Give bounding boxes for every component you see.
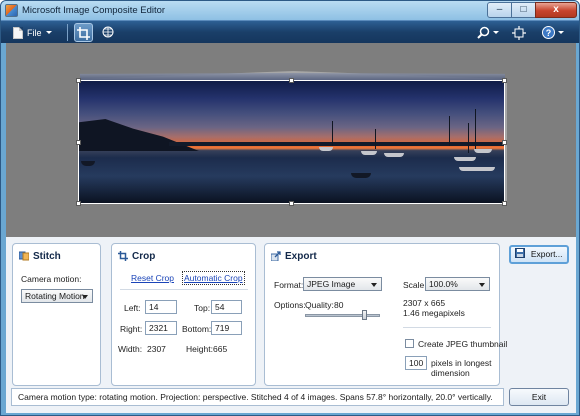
crop-handle[interactable]: [76, 201, 81, 206]
svg-text:?: ?: [546, 28, 552, 38]
help-icon: ?: [542, 26, 555, 39]
stitch-title: Stitch: [33, 251, 61, 262]
status-bar: Camera motion type: rotating motion. Pro…: [11, 388, 504, 406]
export-title: Export: [285, 251, 317, 262]
quality-slider-thumb[interactable]: [362, 310, 367, 320]
crop-tool-icon[interactable]: [74, 23, 93, 42]
quality-value: 80: [334, 300, 344, 310]
crop-right-input[interactable]: 2321: [145, 321, 177, 335]
pixels-label: pixels in longest: [431, 358, 492, 368]
window-title: Microsoft Image Composite Editor: [22, 5, 166, 16]
quality-slider[interactable]: [305, 314, 380, 317]
stitch-group: Stitch Camera motion: Rotating Motion: [12, 243, 101, 386]
app-window: Microsoft Image Composite Editor – □ x F…: [0, 0, 580, 416]
crop-width-value: 2307: [147, 344, 166, 354]
crop-divider: [120, 289, 248, 290]
minimize-button[interactable]: –: [487, 2, 512, 18]
crop-rectangle[interactable]: [78, 80, 505, 204]
maximize-button[interactable]: □: [511, 2, 536, 18]
app-icon: [5, 4, 18, 17]
thumbnail-pixels-input[interactable]: 100: [405, 356, 427, 370]
crop-height-label: Height:: [186, 344, 213, 354]
close-button[interactable]: x: [535, 2, 577, 18]
crop-title: Crop: [132, 251, 156, 262]
format-select[interactable]: JPEG Image: [303, 277, 382, 291]
crop-handle[interactable]: [502, 78, 507, 83]
exit-button[interactable]: Exit: [509, 388, 569, 406]
file-menu[interactable]: File: [13, 25, 52, 40]
crop-bottom-label: Bottom:: [182, 324, 212, 334]
save-icon: [515, 248, 526, 258]
format-label: Format:: [274, 280, 304, 290]
scale-select[interactable]: 100.0%: [425, 277, 490, 291]
crop-height-value: 665: [213, 344, 228, 354]
zoom-control[interactable]: [477, 24, 499, 41]
crop-icon: [118, 251, 128, 261]
camera-motion-select[interactable]: Rotating Motion: [21, 289, 93, 303]
crop-top-input[interactable]: 54: [211, 300, 242, 314]
toolbar: File ?: [1, 20, 579, 43]
file-icon: [13, 26, 23, 39]
output-megapixels: 1.46 megapixels: [403, 308, 465, 318]
chevron-down-icon: [558, 31, 564, 34]
export-button[interactable]: Export...: [509, 245, 569, 264]
title-bar[interactable]: Microsoft Image Composite Editor – □ x: [1, 1, 579, 20]
fit-to-window-icon[interactable]: [512, 24, 526, 41]
export-button-label: Export...: [530, 249, 563, 259]
zoom-icon: [477, 26, 490, 39]
crop-left-input[interactable]: 14: [145, 300, 177, 314]
globe-icon[interactable]: [98, 23, 117, 42]
options-label: Options:: [274, 300, 306, 310]
crop-handle[interactable]: [76, 78, 81, 83]
quality-label: Quality:: [305, 300, 334, 310]
automatic-crop-link[interactable]: Automatic Crop: [182, 271, 245, 285]
export-group: Export Format: JPEG Image Options: Quali…: [264, 243, 507, 386]
reset-crop-link[interactable]: Reset Crop: [131, 273, 174, 283]
crop-handle[interactable]: [502, 201, 507, 206]
crop-handle[interactable]: [76, 140, 81, 145]
file-menu-label: File: [27, 27, 42, 38]
crop-top-label: Top:: [194, 303, 211, 313]
stitch-icon: [19, 251, 29, 261]
output-dimensions: 2307 x 665: [403, 298, 446, 308]
crop-bottom-input[interactable]: 719: [211, 321, 242, 335]
scale-label: Scale:: [403, 280, 427, 290]
export-divider: [403, 327, 491, 328]
settings-panel: Stitch Camera motion: Rotating Motion Cr…: [6, 237, 576, 413]
camera-motion-label: Camera motion:: [21, 274, 82, 284]
format-value: JPEG Image: [307, 279, 356, 289]
thumbnail-label: Create JPEG thumbnail: [418, 339, 508, 349]
export-icon: [271, 251, 281, 261]
camera-motion-value: Rotating Motion: [25, 291, 85, 301]
help-menu[interactable]: ?: [542, 24, 564, 41]
toolbar-separator: [67, 24, 68, 41]
crop-handle[interactable]: [289, 78, 294, 83]
crop-handle[interactable]: [289, 201, 294, 206]
chevron-down-icon: [493, 31, 499, 34]
chevron-down-icon: [45, 31, 52, 34]
crop-group: Crop Reset Crop Automatic Crop Left: 14 …: [111, 243, 256, 386]
panorama-canvas[interactable]: [6, 43, 576, 237]
scale-value: 100.0%: [429, 279, 458, 289]
crop-handle[interactable]: [502, 140, 507, 145]
crop-right-label: Right:: [120, 324, 143, 334]
crop-left-label: Left:: [124, 303, 141, 313]
pixels-label-line2: dimension: [431, 368, 470, 378]
crop-width-label: Width:: [118, 344, 143, 354]
thumbnail-checkbox[interactable]: [405, 339, 414, 348]
window-controls: – □ x: [487, 2, 577, 18]
